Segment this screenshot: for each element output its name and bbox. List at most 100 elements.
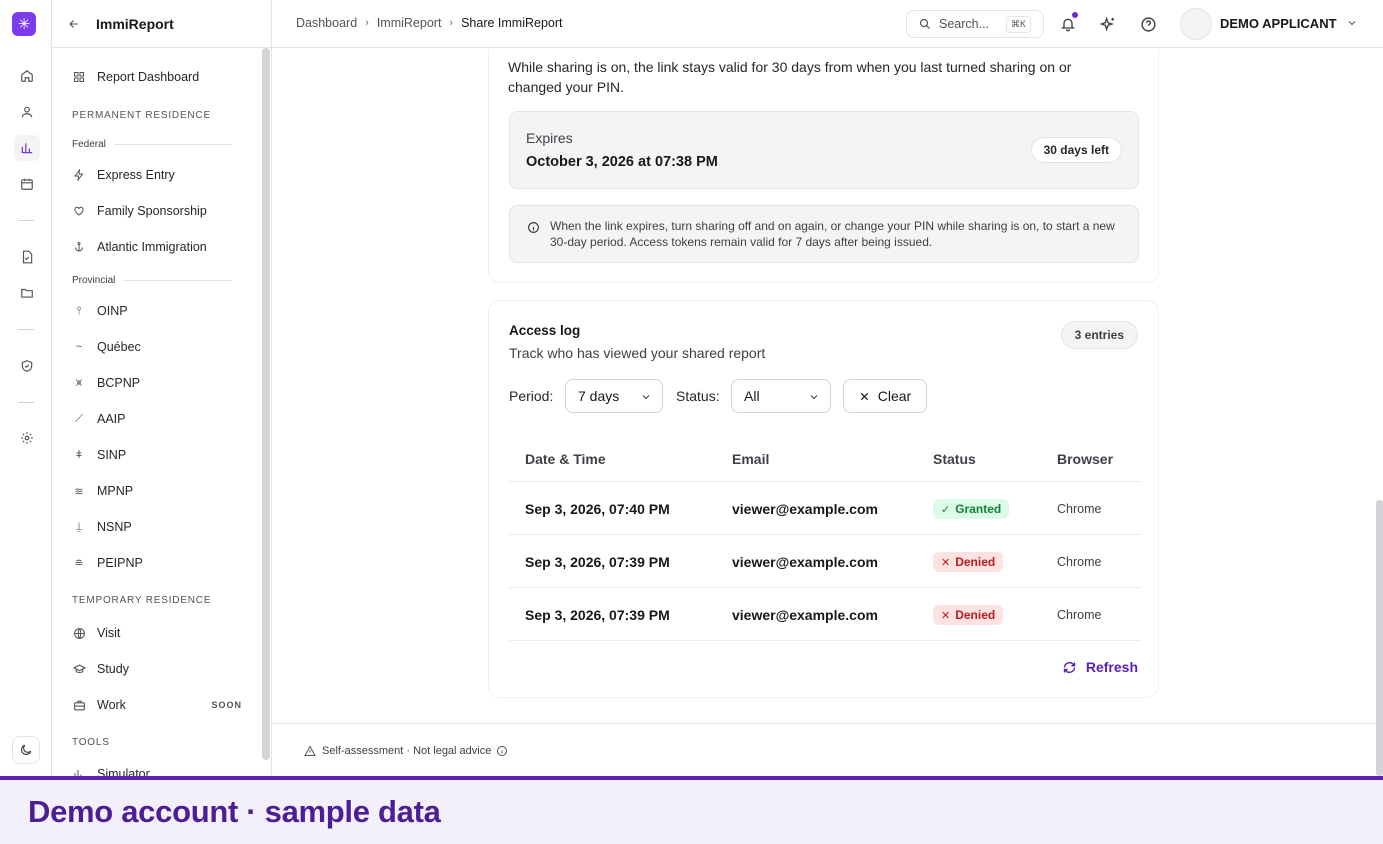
breadcrumb-dashboard[interactable]: Dashboard [296,16,357,30]
clear-button[interactable]: Clear [843,379,927,413]
sidebar: ImmiReport Report Dashboard PERMANENT RE… [52,0,272,776]
chart-icon [72,767,86,776]
rail-divider [18,402,34,403]
column-header-datetime[interactable]: Date & Time [525,451,606,467]
demo-banner: Demo account · sample data [0,776,1383,844]
sparkles-icon[interactable] [1098,14,1118,34]
sidebar-item-label: AAIP [97,412,126,426]
sidebar-item-report-dashboard[interactable]: Report Dashboard [72,67,252,87]
chevron-right-icon: › [449,17,454,29]
user-name[interactable]: DEMO APPLICANT [1220,16,1337,31]
sidebar-item-oinp[interactable]: ⫯ OINP [72,301,252,321]
sidebar-item-label: NSNP [97,520,132,534]
theme-toggle-moon-icon[interactable] [12,736,40,764]
page-scrollbar[interactable] [1376,500,1383,776]
info-box: When the link expires, turn sharing off … [509,205,1139,263]
sidebar-header: ImmiReport [52,0,271,48]
breadcrumb: Dashboard › ImmiReport › Share ImmiRepor… [296,16,563,30]
sidebar-item-bcpnp[interactable]: ⩙ BCPNP [72,373,252,393]
demo-banner-text: Demo account · sample data [28,794,441,829]
access-log-subtitle: Track who has viewed your shared report [509,345,766,361]
heart-icon [72,204,86,218]
back-arrow-icon[interactable] [68,18,82,30]
status-badge: ✓ Granted [933,499,1010,519]
shield-check-icon[interactable] [14,353,40,379]
x-icon: ✕ [941,609,951,622]
subsection-label: Provincial [72,275,116,286]
chevron-down-icon[interactable] [1346,17,1358,29]
calendar-icon[interactable] [14,171,40,197]
period-select[interactable]: 7 days [565,379,663,413]
status-text: Granted [955,502,1002,516]
search-icon [919,18,931,30]
sidebar-item-sinp[interactable]: ǂ SINP [72,445,252,465]
sidebar-item-work[interactable]: Work SOON [72,695,252,715]
sidebar-item-label: Work [97,698,126,712]
status-text: Denied [955,608,996,622]
search-shortcut: ⌘K [1005,16,1031,33]
expires-label: Expires [526,130,573,146]
refresh-button[interactable]: Refresh [1062,659,1138,675]
chevron-down-icon [808,391,820,403]
row-browser: Chrome [1057,555,1102,569]
refresh-icon [1062,660,1077,675]
app-logo-icon[interactable]: ✳ [12,12,36,36]
entries-count-badge: 3 entries [1060,321,1138,349]
section-tools: TOOLS [72,737,110,748]
sidebar-item-mpnp[interactable]: ≋ MPNP [72,481,252,501]
sidebar-item-peipnp[interactable]: ≘ PEIPNP [72,553,252,573]
graduation-cap-icon [72,662,86,676]
user-icon[interactable] [14,99,40,125]
sidebar-item-study[interactable]: Study [72,659,252,679]
column-header-email[interactable]: Email [732,451,769,467]
home-icon[interactable] [14,63,40,89]
section-permanent-residence: PERMANENT RESIDENCE [72,110,211,121]
breadcrumb-immireport[interactable]: ImmiReport [377,16,442,30]
period-value: 7 days [578,388,620,404]
footer-disclaimer: Self-assessment · Not legal advice [322,745,492,757]
access-log-card: Access log Track who has viewed your sha… [488,300,1159,698]
expiry-box: Expires October 3, 2026 at 07:38 PM 30 d… [509,111,1139,189]
briefcase-icon [72,698,86,712]
sidebar-item-atlantic-immigration[interactable]: Atlantic Immigration [72,237,252,257]
refresh-label: Refresh [1085,659,1138,675]
gear-icon[interactable] [14,425,40,451]
row-datetime: Sep 3, 2026, 07:39 PM [525,554,670,570]
sidebar-nav: Report Dashboard PERMANENT RESIDENCE Fed… [52,48,262,776]
sidebar-item-label: SINP [97,448,127,462]
sidebar-item-family-sponsorship[interactable]: Family Sponsorship [72,201,252,221]
search-input[interactable]: Search... ⌘K [906,10,1044,38]
column-header-browser[interactable]: Browser [1057,451,1113,467]
help-circle-icon[interactable] [1138,14,1158,34]
sidebar-item-nsnp[interactable]: ⍊ NSNP [72,517,252,537]
document-check-icon[interactable] [14,244,40,270]
folder-icon[interactable] [14,280,40,306]
mountain-icon: ⩙ [75,376,83,389]
chart-icon[interactable] [14,135,40,161]
sidebar-scrollbar[interactable] [262,48,270,760]
validity-description: While sharing is on, the link stays vali… [508,59,1072,95]
status-select[interactable]: All [731,379,831,413]
column-header-status[interactable]: Status [933,451,976,467]
period-label: Period: [509,388,554,404]
sidebar-item-express-entry[interactable]: Express Entry [72,165,252,185]
subsection-provincial: Provincial [72,275,232,286]
sidebar-item-aaip[interactable]: ⟋ AAIP [72,409,252,429]
lighthouse-icon: ⍊ [75,520,83,533]
wave-icon: ~ [75,341,83,353]
info-icon [527,221,540,234]
info-icon[interactable] [496,745,508,757]
sidebar-item-quebec[interactable]: ~ Québec [72,337,252,357]
row-email: viewer@example.com [732,501,878,517]
expires-date: October 3, 2026 at 07:38 PM [526,154,718,170]
table-divider [509,534,1141,535]
chevron-down-icon [640,391,652,403]
sidebar-item-simulator[interactable]: Simulator [72,764,252,776]
close-icon [859,391,870,402]
sidebar-item-visit[interactable]: Visit [72,623,252,643]
main-content: While sharing is on, the link stays vali… [272,49,1376,776]
footer: Self-assessment · Not legal advice [272,723,1376,776]
table-divider [509,640,1141,641]
icon-rail: ✳ [0,0,52,776]
avatar[interactable] [1180,8,1212,40]
